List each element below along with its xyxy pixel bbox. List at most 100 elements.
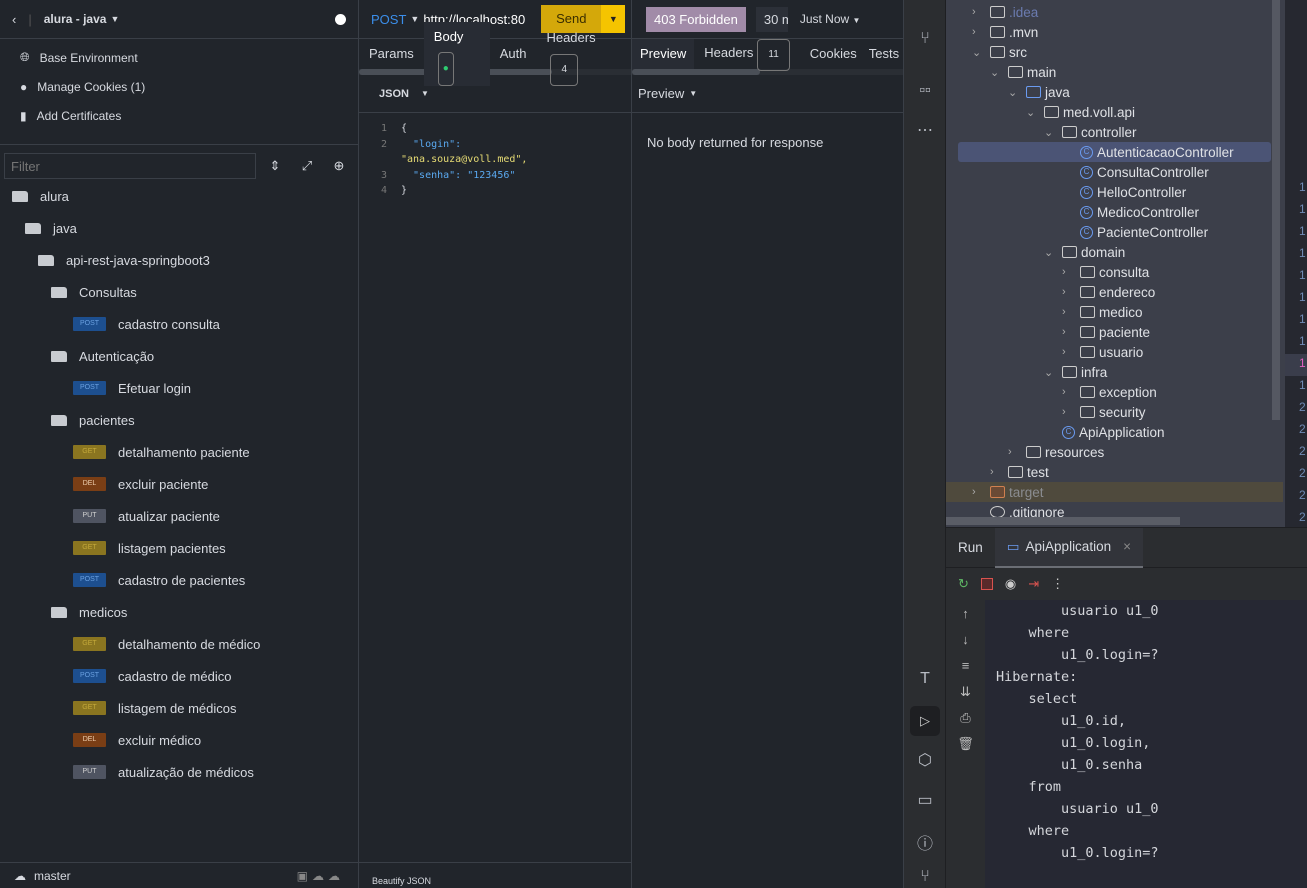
folder-item[interactable]: java — [25, 212, 77, 244]
sync-icons[interactable]: ▣☁☁ — [297, 869, 344, 883]
project-node[interactable]: C PacienteController — [1062, 222, 1208, 242]
expand-icon[interactable]: ⤢ — [294, 158, 320, 174]
project-node[interactable]: › consulta — [1062, 262, 1149, 282]
run-icon[interactable] — [335, 13, 346, 25]
base-environment[interactable]: 🌐︎ Base Environment — [0, 43, 358, 72]
project-node[interactable]: ⌄ src — [972, 42, 1027, 62]
print-icon[interactable]: ⎙ — [946, 705, 985, 731]
close-icon[interactable]: × — [1123, 527, 1131, 567]
chevron-right-icon[interactable]: › — [1062, 406, 1076, 418]
down-arrow-icon[interactable]: ↓ — [946, 627, 985, 653]
project-node[interactable]: ⌄ java — [1008, 82, 1070, 102]
project-node[interactable]: C MedicoController — [1062, 202, 1199, 222]
terminal-icon[interactable]: ▭ — [904, 790, 946, 810]
tab-api-application[interactable]: ▭ ApiApplication × — [994, 527, 1143, 568]
request-item[interactable]: POST cadastro de pacientes — [73, 564, 245, 596]
project-node[interactable]: ⌄ infra — [1044, 362, 1107, 382]
chevron-right-icon[interactable]: › — [1062, 266, 1076, 278]
preview-mode-select[interactable]: Preview ▼ — [632, 75, 903, 113]
request-item[interactable]: PUT atualizar paciente — [73, 500, 220, 532]
request-item[interactable]: GET detalhamento de médico — [73, 628, 260, 660]
project-node[interactable]: C AutenticacaoController — [1062, 142, 1234, 162]
chevron-down-icon[interactable]: ⌄ — [990, 66, 1004, 79]
project-node[interactable]: › endereco — [1062, 282, 1155, 302]
trash-icon[interactable]: 🗑︎ — [946, 731, 985, 757]
run-tool-icon[interactable]: ▷ — [910, 706, 940, 736]
project-node[interactable]: › .idea — [972, 2, 1038, 22]
project-node[interactable]: › target — [972, 482, 1044, 502]
chevron-right-icon[interactable]: › — [1062, 286, 1076, 298]
soft-wrap-icon[interactable]: ≡ — [946, 653, 985, 679]
up-arrow-icon[interactable]: ↑ — [946, 601, 985, 627]
chevron-right-icon[interactable]: › — [1062, 386, 1076, 398]
tab-headers[interactable]: Headers4 — [536, 23, 631, 86]
chevron-down-icon[interactable]: ⌄ — [1026, 106, 1040, 119]
tab-preview[interactable]: Preview — [632, 39, 695, 69]
folder-item[interactable]: alura — [12, 180, 69, 212]
method-select[interactable]: POST — [371, 12, 406, 27]
add-certificates[interactable]: ▮ Add Certificates — [0, 101, 358, 130]
git-pull-request-icon[interactable]: ⑂ — [904, 30, 946, 48]
horizontal-scrollbar[interactable] — [946, 517, 1180, 525]
folder-item[interactable]: Consultas — [51, 276, 137, 308]
git-icon[interactable]: ⑂ — [904, 868, 946, 886]
tab-params[interactable]: Params — [359, 39, 424, 69]
history-select[interactable]: Just Now ▼ — [800, 12, 861, 26]
chevron-down-icon[interactable]: ▼ — [110, 14, 119, 24]
chevron-right-icon[interactable]: › — [972, 486, 986, 498]
problems-icon[interactable]: ⓘ — [904, 830, 946, 854]
chevron-right-icon[interactable]: › — [972, 6, 986, 18]
chevron-right-icon[interactable]: › — [972, 26, 986, 38]
back-icon[interactable]: ‹ — [12, 12, 16, 27]
chevron-down-icon[interactable]: ⌄ — [1044, 246, 1058, 259]
structure-icon[interactable]: ▫▫ — [904, 82, 946, 100]
folder-item[interactable]: pacientes — [51, 404, 135, 436]
services-icon[interactable]: ⬡ — [904, 750, 946, 770]
more-icon[interactable]: ⋮ — [1051, 576, 1064, 592]
project-node[interactable]: › medico — [1062, 302, 1143, 322]
request-item[interactable]: POST Efetuar login — [73, 372, 191, 404]
more-icon[interactable]: ⋯ — [904, 120, 946, 140]
tab-response-headers[interactable]: Headers 11 — [694, 38, 800, 71]
request-item[interactable]: GET listagem pacientes — [73, 532, 226, 564]
request-item[interactable]: GET listagem de médicos — [73, 692, 237, 724]
folder-item[interactable]: medicos — [51, 596, 127, 628]
manage-cookies[interactable]: ● Manage Cookies (1) — [0, 72, 358, 101]
project-node[interactable]: ⌄ med.voll.api — [1026, 102, 1135, 122]
chevron-right-icon[interactable]: › — [1062, 346, 1076, 358]
project-node[interactable]: › usuario — [1062, 342, 1143, 362]
tab-cookies[interactable]: Cookies — [800, 39, 867, 69]
project-node[interactable]: › test — [990, 462, 1049, 482]
chevron-right-icon[interactable]: › — [1008, 446, 1022, 458]
chevron-down-icon[interactable]: ⌄ — [1044, 366, 1058, 379]
project-node[interactable]: › .mvn — [972, 22, 1038, 42]
chevron-right-icon[interactable]: › — [1062, 306, 1076, 318]
body-editor[interactable]: 1{2 "login": "ana.souza@voll.med", 3 "senh… — [359, 113, 631, 199]
tab-tests[interactable]: Tests — [867, 39, 901, 69]
beautify-json-button[interactable]: Beautify JSON — [359, 862, 631, 888]
project-node[interactable]: ⌄ main — [990, 62, 1056, 82]
add-icon[interactable]: ⊕ — [326, 158, 352, 174]
exit-icon[interactable]: ⇥ — [1028, 576, 1039, 592]
request-item[interactable]: POST cadastro consulta — [73, 308, 220, 340]
request-item[interactable]: DEL excluir médico — [73, 724, 201, 756]
chevron-down-icon[interactable]: ⌄ — [1044, 126, 1058, 139]
camera-icon[interactable]: ◉ — [1005, 576, 1016, 592]
sort-icon[interactable]: ⇕ — [262, 158, 288, 174]
project-node[interactable]: C ConsultaController — [1062, 162, 1209, 182]
chevron-down-icon[interactable]: ⌄ — [972, 46, 986, 59]
chevron-right-icon[interactable]: › — [1062, 326, 1076, 338]
chevron-right-icon[interactable]: › — [990, 466, 1004, 478]
stop-icon[interactable] — [980, 578, 993, 590]
project-node[interactable]: ⌄ controller — [1044, 122, 1137, 142]
project-node[interactable]: C HelloController — [1062, 182, 1186, 202]
folder-item[interactable]: api-rest-java-springboot3 — [38, 244, 210, 276]
tab-auth[interactable]: Auth — [490, 39, 537, 69]
request-item[interactable]: DEL excluir paciente — [73, 468, 208, 500]
build-hammer-icon[interactable]: T — [904, 670, 946, 688]
folder-item[interactable]: Autenticação — [51, 340, 154, 372]
request-item[interactable]: GET detalhamento paciente — [73, 436, 250, 468]
project-node[interactable]: › paciente — [1062, 322, 1150, 342]
project-node[interactable]: ⌄ domain — [1044, 242, 1125, 262]
tab-body[interactable]: Body● — [423, 22, 490, 86]
